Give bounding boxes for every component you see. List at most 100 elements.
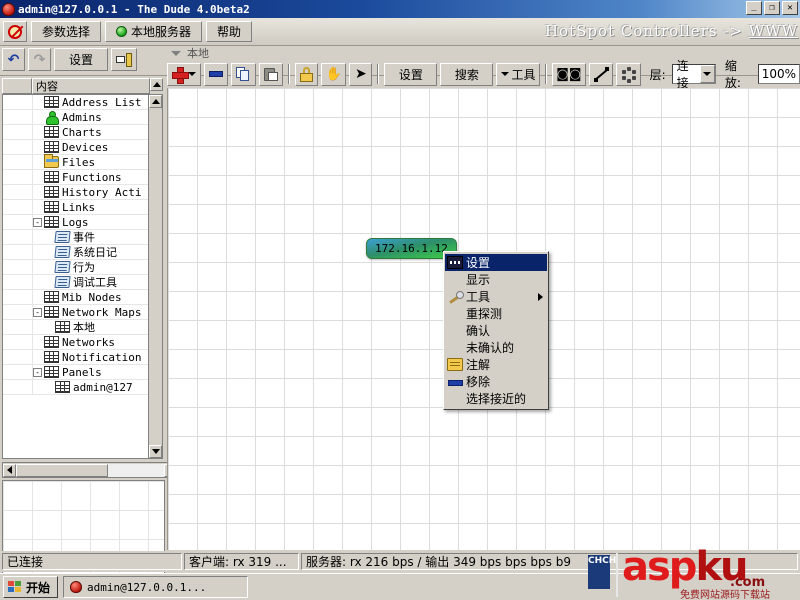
tree-item[interactable]: 事件: [3, 230, 163, 245]
tree-item[interactable]: Address List: [3, 95, 163, 110]
tree-item[interactable]: Devices: [3, 140, 163, 155]
start-button[interactable]: 开始: [3, 576, 59, 598]
export-button[interactable]: [111, 48, 138, 71]
person-icon: [44, 111, 59, 125]
brand-www-link[interactable]: WWW: [749, 22, 798, 40]
tree-item[interactable]: Files: [3, 154, 163, 170]
add-button[interactable]: [167, 62, 201, 86]
tree-horizontal-scrollbar[interactable]: [2, 462, 178, 478]
tree-item[interactable]: - Logs: [3, 215, 163, 230]
menu-item-preferences[interactable]: 参数选择: [31, 21, 102, 42]
tree-item[interactable]: Networks: [3, 335, 163, 350]
map-settings-button[interactable]: 设置: [384, 62, 438, 86]
chevron-down-icon[interactable]: [699, 65, 715, 83]
tree-header-content[interactable]: 内容: [32, 78, 150, 94]
scroll-left-button[interactable]: [3, 463, 16, 477]
context-menu[interactable]: 设置显示 工具重探测 确认 未确认的 注解 移除 选择接近的: [443, 251, 549, 410]
taskbar-item-dude[interactable]: admin@127.0.0.1...: [63, 576, 249, 598]
tools-button[interactable]: 工具: [496, 62, 540, 86]
chevron-down-icon[interactable]: [171, 50, 181, 56]
tree-item[interactable]: 本地: [3, 320, 163, 335]
tree-item[interactable]: Mib Nodes: [3, 290, 163, 305]
minus-icon: [208, 71, 224, 77]
tree-item[interactable]: Functions: [3, 170, 163, 185]
tree-item[interactable]: 行为: [3, 260, 163, 275]
context-menu-item[interactable]: 选择接近的: [445, 390, 547, 407]
tree-item[interactable]: 调试工具: [3, 275, 163, 290]
undo-arrow-icon: ↶: [7, 51, 20, 68]
paste-button[interactable]: [258, 62, 283, 86]
close-button[interactable]: ✕: [782, 1, 798, 15]
undo-button[interactable]: ↶: [2, 48, 25, 71]
context-menu-item[interactable]: 重探测: [445, 305, 547, 322]
green-led-icon: [116, 26, 128, 37]
link-button[interactable]: [588, 62, 614, 86]
arrange-button[interactable]: [616, 62, 641, 86]
context-menu-item[interactable]: 显示: [445, 271, 547, 288]
tree-item[interactable]: Notification: [3, 350, 163, 365]
tree-item[interactable]: Charts: [3, 125, 163, 140]
scroll-up-button[interactable]: [149, 95, 162, 108]
disconnect-button[interactable]: [3, 21, 27, 42]
log-icon: [54, 261, 71, 273]
remove-button[interactable]: [203, 62, 229, 86]
tree-vertical-scrollbar[interactable]: [148, 94, 163, 459]
context-menu-item[interactable]: 注解: [445, 356, 547, 373]
tree-header-blank[interactable]: [2, 78, 32, 94]
tree-item[interactable]: - Panels: [3, 365, 163, 380]
layer-label: 层:: [649, 67, 666, 82]
tree-gutter: [3, 95, 33, 109]
tree-item[interactable]: Admins: [3, 110, 163, 125]
window-controls: _ ❐ ✕: [746, 1, 798, 15]
copy-button[interactable]: [231, 62, 256, 86]
context-menu-item[interactable]: 未确认的: [445, 339, 547, 356]
tree-expander-icon[interactable]: -: [33, 307, 42, 317]
scrollbar-thumb[interactable]: [16, 463, 108, 477]
tree-item[interactable]: History Acti: [3, 185, 163, 200]
menu-item-help[interactable]: 帮助: [206, 21, 253, 42]
find-button[interactable]: ◙◙: [551, 62, 586, 86]
context-menu-item[interactable]: 确认: [445, 322, 547, 339]
scrollbar-track[interactable]: [108, 463, 164, 477]
start-button-label: 开始: [26, 580, 51, 595]
pan-button[interactable]: ✋: [320, 62, 347, 86]
context-menu-item-label: 重探测: [466, 307, 503, 321]
tree-item-label: 事件: [73, 231, 95, 244]
brand-text: HotSpot Controllers ->: [544, 22, 743, 40]
search-button[interactable]: 搜索: [440, 62, 494, 86]
maximize-button[interactable]: ❐: [764, 1, 780, 15]
tree-item[interactable]: admin@127: [3, 380, 163, 395]
tree-gutter: [3, 155, 33, 169]
grid-icon: [44, 141, 59, 153]
submenu-arrow-icon: [538, 292, 543, 301]
tree-expander-icon[interactable]: -: [33, 367, 42, 377]
tree-gutter: [3, 140, 33, 154]
context-menu-item[interactable]: 设置: [445, 254, 547, 271]
menu-item-local-server[interactable]: 本地服务器: [105, 21, 203, 42]
no-icon: [447, 341, 463, 354]
context-menu-item[interactable]: 移除: [445, 373, 547, 390]
no-icon: [447, 324, 463, 337]
lock-button[interactable]: [294, 62, 318, 86]
taskbar-item-label: admin@127.0.0.1...: [87, 580, 207, 594]
select-button[interactable]: ➤: [349, 62, 373, 86]
tree-list[interactable]: Address List Admins Charts Devices Files Func…: [2, 94, 163, 459]
tree-expander-icon[interactable]: -: [33, 217, 42, 227]
tree-item[interactable]: - Network Maps: [3, 305, 163, 320]
tree-item[interactable]: 系统日记: [3, 245, 163, 260]
grid-icon: [44, 216, 59, 228]
context-menu-item[interactable]: 工具: [445, 288, 547, 305]
layer-select[interactable]: 连接: [671, 59, 716, 90]
context-menu-item-label: 显示: [466, 273, 491, 287]
zoom-label: 缩放:: [724, 59, 741, 90]
tree-item-label: Network Maps: [62, 305, 142, 319]
tab-local-map[interactable]: 本地: [187, 45, 209, 61]
hand-icon: ✋: [325, 66, 342, 82]
minimize-button[interactable]: _: [746, 1, 762, 15]
redo-button[interactable]: ↷: [28, 48, 51, 71]
tree-item[interactable]: Links: [3, 200, 163, 215]
tree-header-scroll-up[interactable]: [150, 78, 163, 91]
scroll-down-button[interactable]: [149, 445, 162, 458]
zoom-input[interactable]: 100%: [757, 64, 800, 84]
settings-button[interactable]: 设置: [54, 48, 109, 71]
